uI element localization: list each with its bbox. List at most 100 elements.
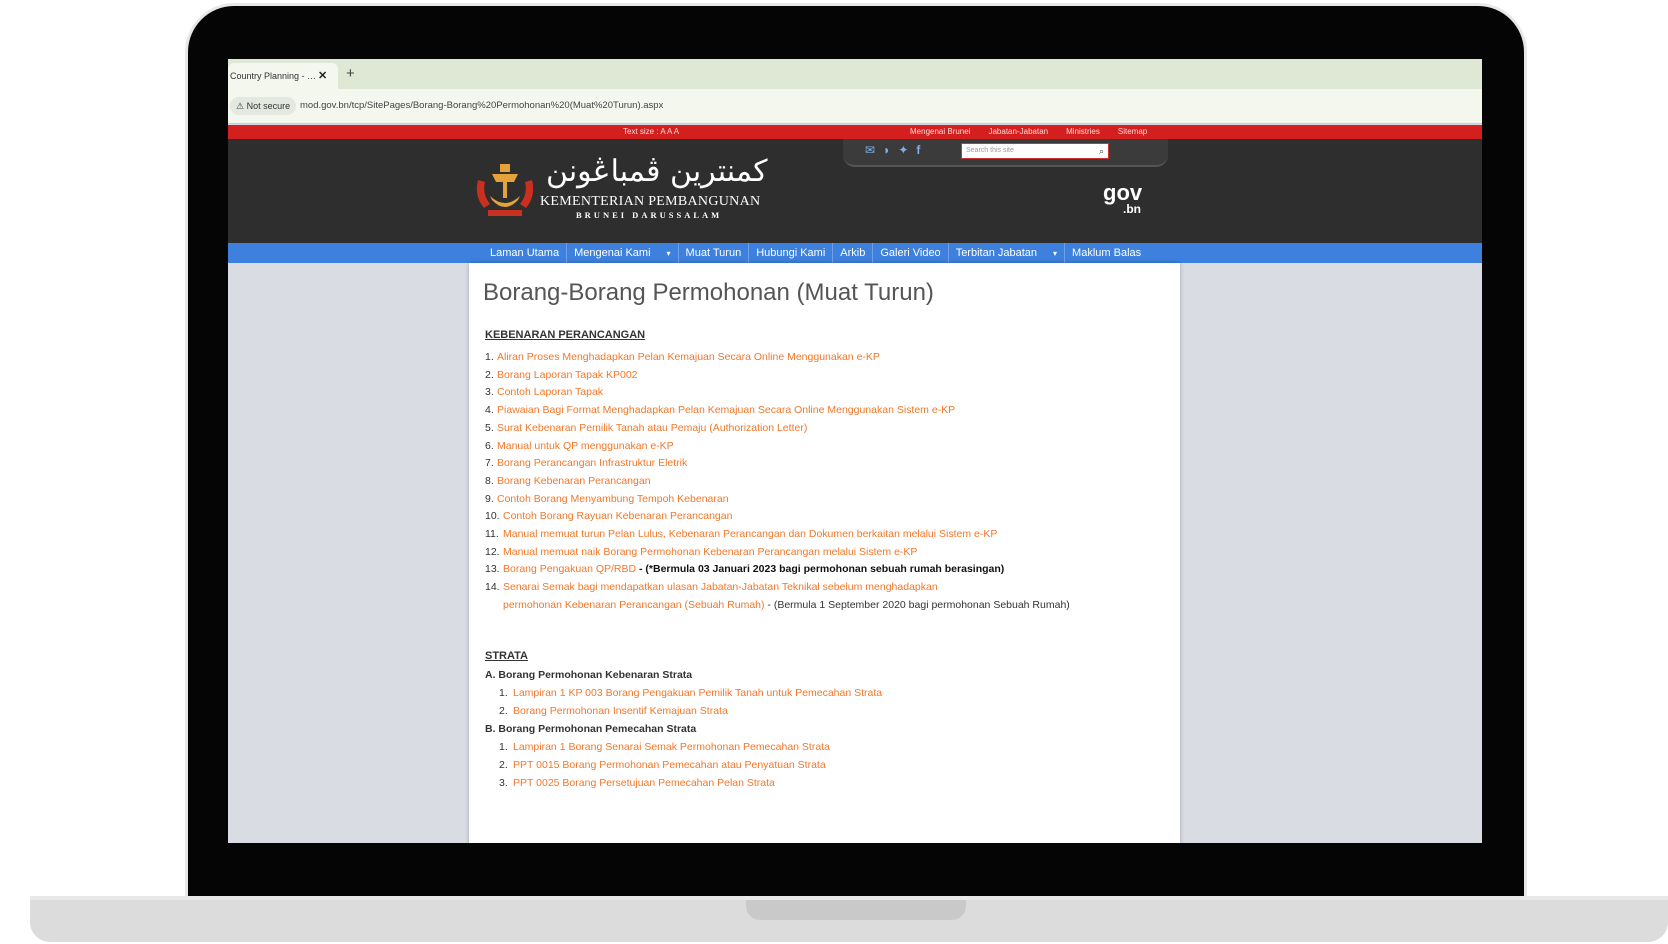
nav-terbitan-jabatan[interactable]: Terbitan Jabatan ▾ (949, 243, 1066, 263)
nav-arkib[interactable]: Arkib (833, 243, 874, 263)
item-number: 4. (485, 404, 494, 417)
download-link[interactable]: Aliran Proses Menghadapkan Pelan Kemajua… (497, 351, 880, 363)
download-link[interactable]: Borang Pengakuan QP/RBD (503, 563, 636, 575)
download-link[interactable]: Surat Kebenaran Pemilik Tanah atau Pemaj… (497, 422, 807, 434)
gov-bn-logo[interactable]: gov .bn (1103, 182, 1142, 216)
download-link[interactable]: Manual untuk QP menggunakan e-KP (497, 440, 674, 452)
list-item: 3. PPT 0025 Borang Persetujuan Pemecahan … (485, 774, 882, 792)
item-number: 1. (485, 351, 494, 363)
download-link[interactable]: Contoh Borang Rayuan Kebenaran Perancang… (503, 510, 732, 522)
download-link[interactable]: PPT 0025 Borang Persetujuan Pemecahan Pe… (513, 777, 775, 789)
list-item: 1. Aliran Proses Menghadapkan Pelan Kemaj… (485, 349, 1070, 367)
facebook-icon[interactable]: f (916, 143, 920, 157)
nav-galeri-video[interactable]: Galeri Video (873, 243, 949, 263)
download-link[interactable]: permohonan Kebenaran Perancangan (Sebuah… (503, 599, 765, 611)
browser-tab-bar: Country Planning - … ✕ + (228, 59, 1482, 89)
item-number: 6. (485, 439, 494, 452)
item-number: 1. (499, 687, 508, 699)
item-number: 3. (485, 386, 494, 399)
item-number: 14. (485, 581, 500, 594)
strata-section: A. Borang Permohonan Kebenaran Strata 1.… (485, 666, 882, 792)
item-number: 2. (499, 759, 508, 771)
header-tray: ✉ ◗ ✦ f Search this site ⌕ (843, 139, 1168, 167)
download-link[interactable]: Contoh Borang Menyambung Tempoh Kebenara… (497, 493, 729, 505)
list-item: 14. Senarai Semak bagi mendapatkan ulasan… (485, 579, 1070, 597)
tab-title: Country Planning - … (230, 71, 317, 81)
laptop-notch (746, 900, 966, 920)
kebenaran-list: 1. Aliran Proses Menghadapkan Pelan Kemaj… (485, 349, 1070, 615)
item-number: 7. (485, 457, 494, 470)
section-heading-strata: STRATA (485, 650, 528, 662)
nav-hubungi-kami[interactable]: Hubungi Kami (749, 243, 834, 263)
download-link[interactable]: Senarai Semak bagi mendapatkan ulasan Ja… (503, 581, 938, 593)
top-link-mengenai-brunei[interactable]: Mengenai Brunei (910, 125, 970, 139)
nav-laman-utama[interactable]: Laman Utama (483, 243, 568, 263)
download-link[interactable]: Manual memuat naik Borang Permohonan Keb… (503, 546, 917, 558)
tab-close-icon[interactable]: ✕ (318, 63, 327, 89)
search-placeholder: Search this site (966, 147, 1014, 154)
ministry-jawi-name: کمنترين ڤمباڠونن (546, 154, 768, 189)
top-link-sitemap[interactable]: Sitemap (1118, 125, 1147, 139)
top-link-jabatan[interactable]: Jabatan-Jabatan (988, 125, 1048, 139)
strata-b-title: B. Borang Permohonan Pemecahan Strata (485, 723, 697, 735)
top-strip: Text size : A A A Mengenai Brunei Jabata… (228, 125, 1482, 139)
nav-mengenai-kami[interactable]: Mengenai Kami ▾ (567, 243, 679, 263)
text-size-control[interactable]: Text size : A A A (623, 125, 679, 139)
page-title: Borang-Borang Permohonan (Muat Turun) (483, 279, 934, 306)
download-link[interactable]: Borang Laporan Tapak KP002 (497, 369, 638, 381)
download-link[interactable]: Lampiran 1 Borang Senarai Semak Permohon… (513, 741, 830, 753)
list-item: 2. PPT 0015 Borang Permohonan Pemecahan a… (485, 756, 882, 774)
address-bar: ⚠ Not secure mod.gov.bn/tcp/SitePages/Bo… (228, 89, 1482, 124)
browser-tab[interactable]: Country Planning - … ✕ (228, 63, 338, 89)
top-links: Mengenai Brunei Jabatan-Jabatan Ministri… (910, 125, 1147, 139)
item-number: 9. (485, 492, 494, 505)
mail-icon[interactable]: ✉ (865, 143, 875, 157)
not-secure-badge[interactable]: ⚠ Not secure (230, 97, 297, 115)
download-link[interactable]: PPT 0015 Borang Permohonan Pemecahan ata… (513, 759, 826, 771)
item-number: 1. (499, 741, 508, 753)
main-nav: Laman Utama Mengenai Kami ▾ Muat Turun Hu… (228, 243, 1482, 263)
item-note: - (*Bermula 03 Januari 2023 bagi permoho… (636, 563, 1005, 576)
item-number: 11. (485, 528, 499, 541)
item-note: - (Bermula 1 September 2020 bagi permoho… (764, 598, 1070, 611)
download-link[interactable]: Borang Kebenaran Perancangan (497, 475, 651, 487)
chevron-down-icon[interactable]: ▾ (667, 249, 671, 258)
country-name: BRUNEI DARUSSALAM (576, 210, 723, 220)
list-item: 4. Piawaian Bagi Format Menghadapkan Pela… (485, 402, 1070, 420)
search-input[interactable]: Search this site ⌕ (961, 143, 1109, 159)
strata-b-list: 1. Lampiran 1 Borang Senarai Semak Permoh… (485, 738, 882, 792)
list-item: 5. Surat Kebenaran Pemilik Tanah atau Pem… (485, 420, 1070, 438)
nav-label: Terbitan Jabatan (955, 247, 1038, 259)
item-number: 2. (499, 705, 508, 717)
download-link[interactable]: Manual memuat turun Pelan Lulus, Kebenar… (503, 528, 997, 540)
site-header: ✉ ◗ ✦ f Search this site ⌕ کمنترين ڤمباڠ… (228, 139, 1482, 253)
twitter-icon[interactable]: ✦ (898, 143, 908, 157)
nav-label: Mengenai Kami (574, 247, 651, 259)
list-item: 3. Contoh Laporan Tapak (485, 384, 1070, 402)
social-icons: ✉ ◗ ✦ f (865, 143, 920, 157)
screen: Country Planning - … ✕ + ⚠ Not secure mo… (228, 59, 1482, 843)
list-item-continued: permohonan Kebenaran Perancangan (Sebuah… (485, 597, 1070, 615)
main-content: Borang-Borang Permohonan (Muat Turun) KE… (469, 263, 1180, 843)
chevron-down-icon[interactable]: ▾ (1053, 249, 1057, 258)
strata-a-title: A. Borang Permohonan Kebenaran Strata (485, 669, 693, 681)
download-link[interactable]: Borang Perancangan Infrastruktur Eletrik (497, 457, 687, 469)
list-item: 9. Contoh Borang Menyambung Tempoh Kebena… (485, 491, 1070, 509)
new-tab-button[interactable]: + (346, 63, 355, 85)
crest-logo (476, 164, 534, 216)
item-number: 5. (485, 421, 494, 434)
download-link[interactable]: Lampiran 1 KP 003 Borang Pengakuan Pemil… (513, 687, 882, 699)
download-link[interactable]: Borang Permohonan Insentif Kemajuan Stra… (513, 705, 728, 717)
list-item: 8. Borang Kebenaran Perancangan (485, 473, 1070, 491)
download-link[interactable]: Contoh Laporan Tapak (497, 386, 603, 398)
search-icon[interactable]: ⌕ (1099, 144, 1104, 158)
rss-icon[interactable]: ◗ (883, 143, 890, 157)
download-link[interactable]: Piawaian Bagi Format Menghadapkan Pelan … (497, 404, 955, 416)
item-number: 13. (485, 563, 500, 576)
top-link-ministries[interactable]: Ministries (1066, 125, 1100, 139)
nav-muat-turun[interactable]: Muat Turun (679, 243, 750, 263)
list-item: 10. Contoh Borang Rayuan Kebenaran Peranc… (485, 508, 1070, 526)
nav-maklum-balas[interactable]: Maklum Balas (1065, 243, 1148, 263)
gov-logo-suffix: .bn (1123, 202, 1141, 216)
url-field[interactable]: mod.gov.bn/tcp/SitePages/Borang-Borang%2… (300, 97, 663, 115)
